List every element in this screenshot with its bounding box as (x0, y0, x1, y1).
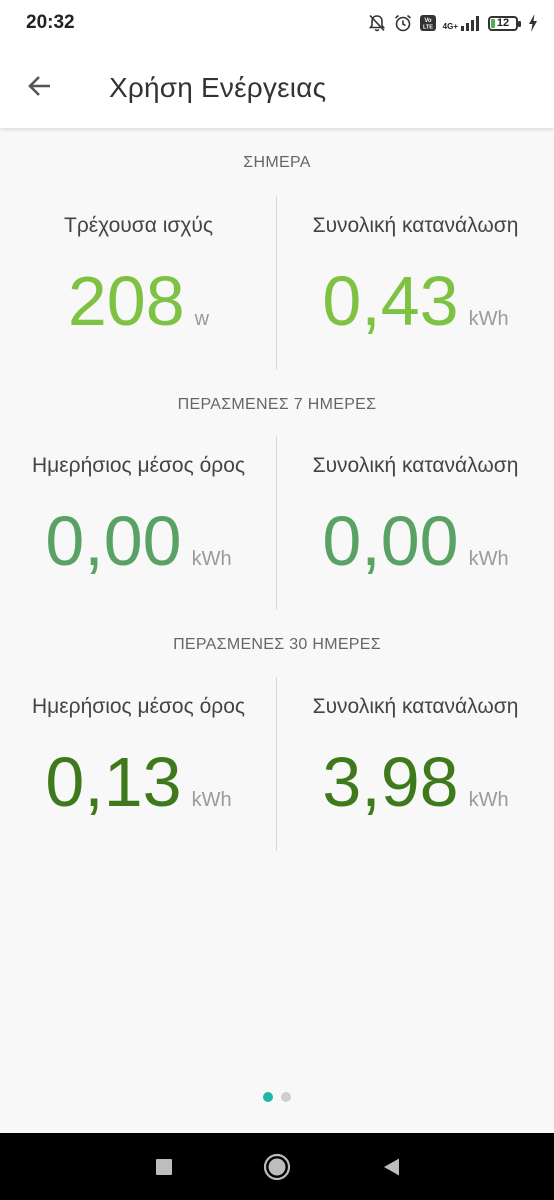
stat-total-consumption: Συνολική κατανάλωση 0,00 kWh (277, 436, 554, 610)
svg-text:LTE: LTE (423, 25, 433, 31)
home-circle-icon (263, 1153, 291, 1181)
status-icons: Vo LTE 4G+ 12 (367, 10, 538, 36)
stat-label: Συνολική κατανάλωση (312, 454, 519, 477)
stat-value: 208 (67, 262, 185, 340)
stat-unit: w (194, 308, 210, 330)
stat-label: Τρέχουσα ισχύς (64, 214, 213, 237)
stat-daily-average: Ημερήσιος μέσος όρος 0,13 kWh (0, 677, 277, 851)
back-button[interactable] (20, 66, 60, 106)
page-indicator (0, 1092, 554, 1102)
stat-total-consumption: Συνολική κατανάλωση 3,98 kWh (277, 677, 554, 851)
back-triangle-icon (384, 1158, 399, 1176)
network-type: 4G+ (442, 22, 458, 31)
stat-unit: kWh (468, 548, 509, 570)
stat-value: 3,98 (322, 743, 459, 821)
stat-label: Ημερήσιος μέσος όρος (32, 454, 245, 477)
system-back-button[interactable] (376, 1151, 408, 1183)
bell-off-icon (367, 13, 387, 33)
stat-row-today: Τρέχουσα ισχύς 208 w Συνολική κατανάλωση … (0, 196, 554, 370)
alarm-icon (393, 13, 413, 33)
home-button[interactable] (261, 1151, 293, 1183)
battery-icon: 12 (488, 15, 521, 31)
stat-unit: kWh (468, 789, 509, 811)
app-bar: Χρήση Ενέργειας (0, 46, 554, 128)
stat-row-last-7-days: Ημερήσιος μέσος όρος 0,00 kWh Συνολική κα… (0, 436, 554, 610)
section-header-last-30-days: ΠΕΡΑΣΜΕΝΕΣ 30 ΗΜΕΡΕΣ (173, 636, 381, 653)
volte-icon: Vo LTE (419, 14, 437, 32)
stat-label: Ημερήσιος μέσος όρος (32, 695, 245, 718)
stat-unit: kWh (191, 789, 232, 811)
stat-value: 0,43 (322, 262, 459, 340)
stat-value: 0,00 (322, 502, 459, 580)
stat-value: 0,00 (45, 502, 182, 580)
section-header-last-7-days: ΠΕΡΑΣΜΕΝΕΣ 7 ΗΜΕΡΕΣ (177, 396, 377, 413)
stat-label: Συνολική κατανάλωση (312, 214, 519, 237)
system-nav-bar (0, 1133, 554, 1200)
status-time: 20:32 (26, 12, 75, 33)
recents-square-icon (156, 1159, 172, 1175)
battery-level: 12 (496, 17, 510, 29)
recents-button[interactable] (148, 1151, 180, 1183)
section-header-today: ΣΗΜΕΡΑ (243, 154, 311, 171)
arrow-back-icon (28, 76, 50, 96)
signal-icon: 4G+ (443, 15, 482, 31)
charging-icon (528, 14, 538, 32)
page-title: Χρήση Ενέργειας (109, 72, 327, 103)
page-dot-active[interactable] (263, 1092, 273, 1102)
page-dot[interactable] (281, 1092, 291, 1102)
stat-value: 0,13 (45, 743, 182, 821)
stat-total-consumption: Συνολική κατανάλωση 0,43 kWh (277, 196, 554, 370)
stat-label: Συνολική κατανάλωση (312, 695, 519, 718)
stat-current-power: Τρέχουσα ισχύς 208 w (0, 196, 277, 370)
svg-text:Vo: Vo (424, 18, 432, 24)
stat-row-last-30-days: Ημερήσιος μέσος όρος 0,13 kWh Συνολική κα… (0, 677, 554, 851)
stat-unit: kWh (191, 548, 232, 570)
stat-unit: kWh (468, 308, 509, 330)
stat-daily-average: Ημερήσιος μέσος όρος 0,00 kWh (0, 436, 277, 610)
status-bar: 20:32 Vo LTE 4G+ 12 (0, 0, 554, 46)
